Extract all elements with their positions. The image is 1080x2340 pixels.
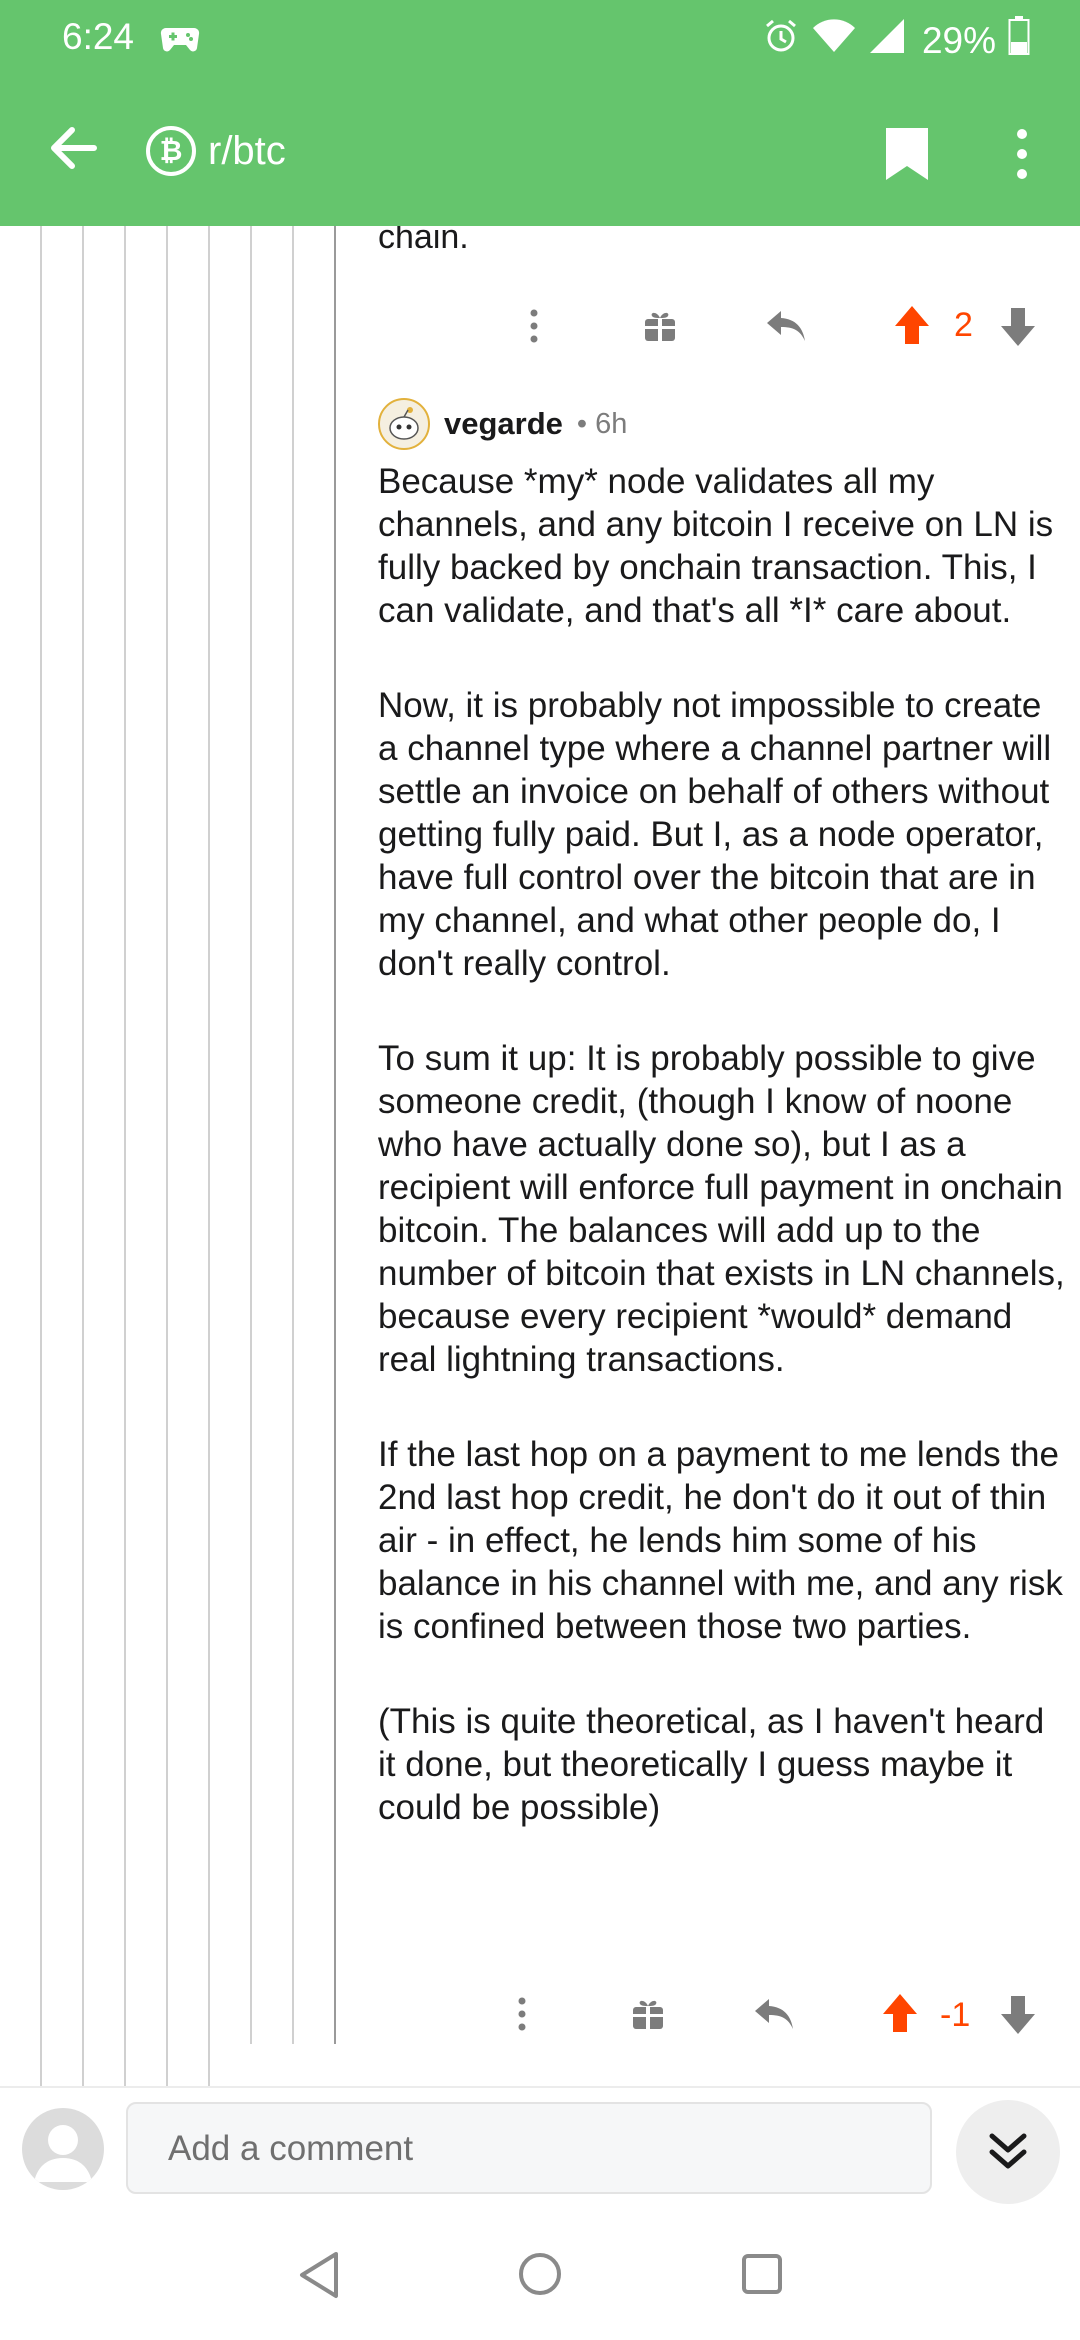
app-bar: 6:24 29% ₿ r/btc (0, 0, 1080, 226)
thread-line (208, 226, 210, 2086)
nav-recents-square-icon (742, 2254, 782, 2294)
award-button[interactable] (628, 1994, 668, 2034)
award-button[interactable] (640, 306, 680, 346)
bookmark-button[interactable] (884, 126, 930, 182)
reply-button[interactable] (764, 306, 808, 346)
downvote-arrow-icon (1001, 1996, 1035, 2034)
cell-signal-icon (868, 17, 906, 64)
gift-icon (645, 312, 675, 341)
comment-header: vegarde • 6h (378, 398, 627, 450)
thread-line (82, 226, 84, 2086)
comment-paragraph: If the last hop on a payment to me lends… (378, 1435, 1063, 1646)
downvote-button[interactable] (996, 1992, 1040, 2038)
back-button[interactable] (44, 118, 104, 178)
battery-icon (1008, 16, 1030, 65)
comment-paragraph: Because *my* node validates all my chann… (378, 462, 1054, 630)
nav-home-circle-icon (519, 2253, 561, 2295)
more-options-button[interactable] (1004, 124, 1040, 184)
status-time: 6:24 (62, 16, 135, 57)
comment-paragraph: Now, it is probably not impossible to cr… (378, 686, 1052, 983)
reply-icon (767, 311, 805, 341)
subreddit-link[interactable]: ₿ r/btc (146, 126, 286, 176)
upvote-arrow-icon (895, 306, 929, 344)
comment-paragraph: (This is quite theoretical, as I haven't… (378, 1702, 1045, 1827)
thread-line (250, 226, 252, 2044)
more-vertical-icon (518, 1997, 526, 2031)
thread-line (166, 226, 168, 2086)
vote-count: 2 (954, 306, 973, 344)
comment-more-button[interactable] (518, 306, 550, 346)
nav-back-button[interactable] (296, 2250, 342, 2305)
snoo-avatar-icon (389, 407, 419, 440)
nav-recents-button[interactable] (738, 2250, 786, 2303)
thread-line (124, 226, 126, 2086)
game-controller-icon (160, 24, 200, 59)
double-chevron-down-icon (989, 2133, 1027, 2169)
system-nav-bar (0, 2220, 1080, 2340)
battery-percent: 29% (921, 19, 996, 61)
downvote-button[interactable] (996, 304, 1040, 350)
nav-home-button[interactable] (516, 2250, 564, 2303)
reply-button[interactable] (752, 1994, 796, 2034)
add-comment-input[interactable]: Add a comment (126, 2102, 932, 2194)
bookmark-icon (886, 128, 928, 180)
thread-line (334, 226, 336, 2044)
expand-comments-button[interactable] (956, 2100, 1060, 2204)
upvote-button[interactable] (878, 1990, 922, 2036)
wifi-icon (812, 18, 856, 63)
subreddit-name: r/btc (208, 128, 286, 173)
current-user-avatar[interactable] (22, 2108, 104, 2190)
bitcoin-icon: ₿ (146, 126, 196, 176)
comment-author[interactable]: vegarde (444, 406, 563, 442)
user-avatar[interactable] (378, 398, 430, 450)
upvote-arrow-icon (883, 1994, 917, 2032)
nav-back-triangle-icon (300, 2252, 338, 2298)
user-avatar-icon (34, 2125, 92, 2182)
upvote-button[interactable] (890, 302, 934, 348)
thread-line (292, 226, 294, 2044)
downvote-arrow-icon (1001, 308, 1035, 346)
alarm-icon (762, 17, 800, 64)
more-vertical-icon (1017, 129, 1027, 179)
comment-meta: • 6h (576, 407, 628, 440)
status-right: 29% (762, 16, 1030, 65)
gift-icon (633, 2000, 663, 2029)
reply-icon (755, 1999, 793, 2029)
thread-line (40, 226, 42, 2086)
more-vertical-icon (530, 309, 538, 343)
comment-body: Because *my* node validates all my chann… (378, 460, 1068, 1881)
divider (0, 2086, 1080, 2088)
comment-more-button[interactable] (506, 1994, 538, 2034)
comment-paragraph: To sum it up: It is probably possible to… (378, 1039, 1065, 1379)
vote-count: -1 (940, 1996, 971, 2034)
back-arrow-icon (51, 127, 97, 169)
